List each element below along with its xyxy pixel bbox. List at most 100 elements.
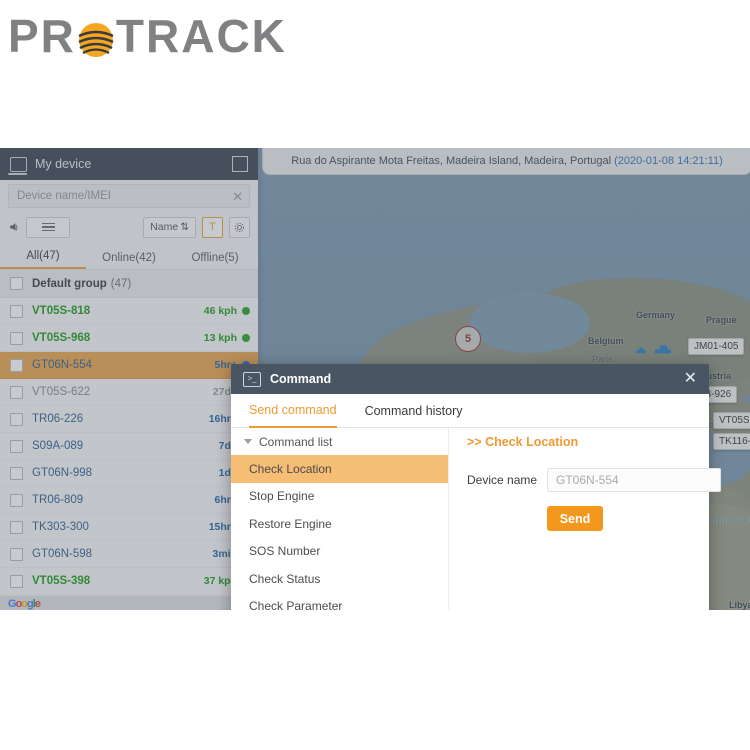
command-item[interactable]: Stop Engine bbox=[231, 483, 448, 511]
map-cluster-marker[interactable]: 5 bbox=[455, 326, 481, 352]
device-toolbar: Name ⇅ T bbox=[0, 212, 258, 242]
device-checkbox[interactable] bbox=[10, 385, 23, 399]
text-toggle-button[interactable]: T bbox=[202, 216, 223, 238]
command-item[interactable]: Check Parameter bbox=[231, 593, 448, 610]
device-checkbox[interactable] bbox=[10, 331, 23, 345]
device-checkbox[interactable] bbox=[10, 358, 23, 372]
google-logo-letter: G bbox=[8, 598, 17, 610]
command-dialog: >_ Command ✕ Send command Command history… bbox=[231, 364, 721, 610]
device-status-group: 13 kph bbox=[204, 332, 250, 344]
group-checkbox[interactable] bbox=[10, 277, 23, 290]
device-name: TR06-809 bbox=[32, 494, 84, 506]
command-list-header[interactable]: Command list bbox=[231, 428, 448, 455]
device-name-label: Device name bbox=[467, 473, 538, 487]
map-label: Libya bbox=[729, 600, 750, 610]
device-row[interactable]: VT05S-622 27d+ bbox=[0, 379, 258, 406]
speaker-icon[interactable] bbox=[8, 221, 20, 233]
device-search-box[interactable]: ✕ bbox=[8, 184, 250, 208]
map-tooltip-vt05s[interactable]: VT05S- bbox=[713, 412, 750, 429]
map-address-timestamp: (2020-01-08 14:21:11) bbox=[614, 155, 723, 167]
device-checkbox[interactable] bbox=[10, 574, 23, 588]
search-input[interactable] bbox=[15, 189, 233, 203]
logo-text-right: TRACK bbox=[115, 10, 287, 62]
device-panel-header: My device bbox=[0, 148, 258, 180]
command-dialog-title: Command bbox=[270, 372, 332, 386]
device-group-row[interactable]: Default group (47) bbox=[0, 270, 258, 298]
device-row[interactable]: TK303-300 15hr+ bbox=[0, 514, 258, 541]
list-view-button[interactable] bbox=[26, 216, 70, 238]
command-item[interactable]: Restore Engine bbox=[231, 510, 448, 538]
map-label: Prague bbox=[706, 315, 737, 325]
command-item[interactable]: Check Status bbox=[231, 565, 448, 593]
device-status: 46 kph bbox=[203, 305, 237, 317]
device-row[interactable]: GT06N-998 1d+ bbox=[0, 460, 258, 487]
device-state-dot bbox=[242, 334, 250, 342]
map-north-sea bbox=[470, 293, 590, 353]
page-root: PR TRACK Germany Prague Belgium Paris Austria… bbox=[0, 0, 750, 750]
close-icon[interactable]: ✕ bbox=[684, 371, 697, 387]
map-tooltip-jm01[interactable]: JM01-405 bbox=[688, 338, 745, 355]
device-checkbox[interactable] bbox=[10, 439, 23, 453]
map-label: Belgium bbox=[588, 336, 624, 346]
brand-header: PR TRACK bbox=[0, 0, 750, 140]
command-dialog-body: Command list Check Location Stop Engine Re… bbox=[231, 428, 721, 610]
device-checkbox[interactable] bbox=[10, 547, 23, 561]
page-footer-blank bbox=[0, 610, 750, 750]
terminal-icon: >_ bbox=[243, 371, 261, 387]
device-name-field-row: Device name GT06N-554 bbox=[467, 468, 721, 492]
command-tab-1[interactable]: Command history bbox=[365, 394, 463, 427]
device-checkbox[interactable] bbox=[10, 493, 23, 507]
device-search-row: ✕ bbox=[0, 180, 258, 212]
device-row[interactable]: GT06N-554 5hr+ bbox=[0, 352, 258, 379]
device-tab-0[interactable]: All(47) bbox=[0, 250, 86, 269]
map-label: Germany bbox=[636, 310, 676, 320]
device-checkbox[interactable] bbox=[10, 304, 23, 318]
device-panel: My device ✕ Na bbox=[0, 148, 258, 610]
google-logo-letter: e bbox=[34, 598, 41, 610]
group-count: (47) bbox=[110, 277, 132, 290]
close-icon[interactable]: ✕ bbox=[232, 190, 243, 203]
device-name: TR06-226 bbox=[32, 413, 84, 425]
device-panel-title: My device bbox=[35, 157, 92, 171]
command-list-column: Command list Check Location Stop Engine Re… bbox=[231, 428, 448, 610]
command-item[interactable]: SOS Number bbox=[231, 538, 448, 566]
gear-icon[interactable] bbox=[229, 216, 250, 238]
device-row[interactable]: VT05S-398 37 kph bbox=[0, 568, 258, 595]
device-name-input[interactable]: GT06N-554 bbox=[547, 468, 721, 492]
sort-button[interactable]: Name ⇅ bbox=[143, 216, 196, 238]
device-row[interactable]: TR06-809 6hr+ bbox=[0, 487, 258, 514]
logo: PR TRACK bbox=[8, 6, 287, 66]
google-logo: Google bbox=[8, 598, 41, 610]
device-status-group: 46 kph bbox=[204, 305, 250, 317]
caret-down-icon bbox=[244, 439, 252, 444]
device-checkbox[interactable] bbox=[10, 520, 23, 534]
map-address-bar: Rua do Aspirante Mota Freitas, Madeira I… bbox=[262, 148, 750, 175]
map-address-value: Rua do Aspirante Mota Freitas, Madeira I… bbox=[291, 155, 612, 167]
send-button[interactable]: Send bbox=[547, 506, 603, 531]
command-list-items: Check Location Stop Engine Restore Engine S… bbox=[231, 455, 448, 610]
device-row[interactable]: VT05S-818 46 kph bbox=[0, 298, 258, 325]
device-row[interactable]: S09A-089 7d+ bbox=[0, 433, 258, 460]
globe-icon bbox=[74, 18, 118, 62]
device-state-dot bbox=[242, 307, 250, 315]
device-row[interactable]: GT06N-598 3min bbox=[0, 541, 258, 568]
device-row[interactable]: TR06-226 16hr+ bbox=[0, 406, 258, 433]
command-dialog-header: >_ Command ✕ bbox=[231, 364, 709, 394]
collapse-icon[interactable] bbox=[232, 156, 248, 172]
command-item[interactable]: Check Location bbox=[231, 455, 448, 483]
device-name: GT06N-598 bbox=[32, 548, 93, 560]
sort-label: Name bbox=[150, 221, 179, 233]
hamburger-icon bbox=[41, 222, 55, 232]
command-tab-0[interactable]: Send command bbox=[249, 393, 337, 428]
sort-arrows-icon: ⇅ bbox=[180, 221, 189, 233]
map-address-text: Rua do Aspirante Mota Freitas, Madeira I… bbox=[291, 155, 723, 167]
device-tab-1[interactable]: Online(42) bbox=[86, 252, 172, 269]
command-detail-title: >> Check Location bbox=[467, 435, 579, 449]
device-tab-2[interactable]: Offline(5) bbox=[172, 252, 258, 269]
command-list-header-label: Command list bbox=[259, 434, 333, 449]
device-checkbox[interactable] bbox=[10, 412, 23, 426]
device-status: 13 kph bbox=[203, 332, 237, 344]
device-row[interactable]: VT05S-968 13 kph bbox=[0, 325, 258, 352]
device-name: VT05S-398 bbox=[32, 575, 91, 587]
device-checkbox[interactable] bbox=[10, 466, 23, 480]
